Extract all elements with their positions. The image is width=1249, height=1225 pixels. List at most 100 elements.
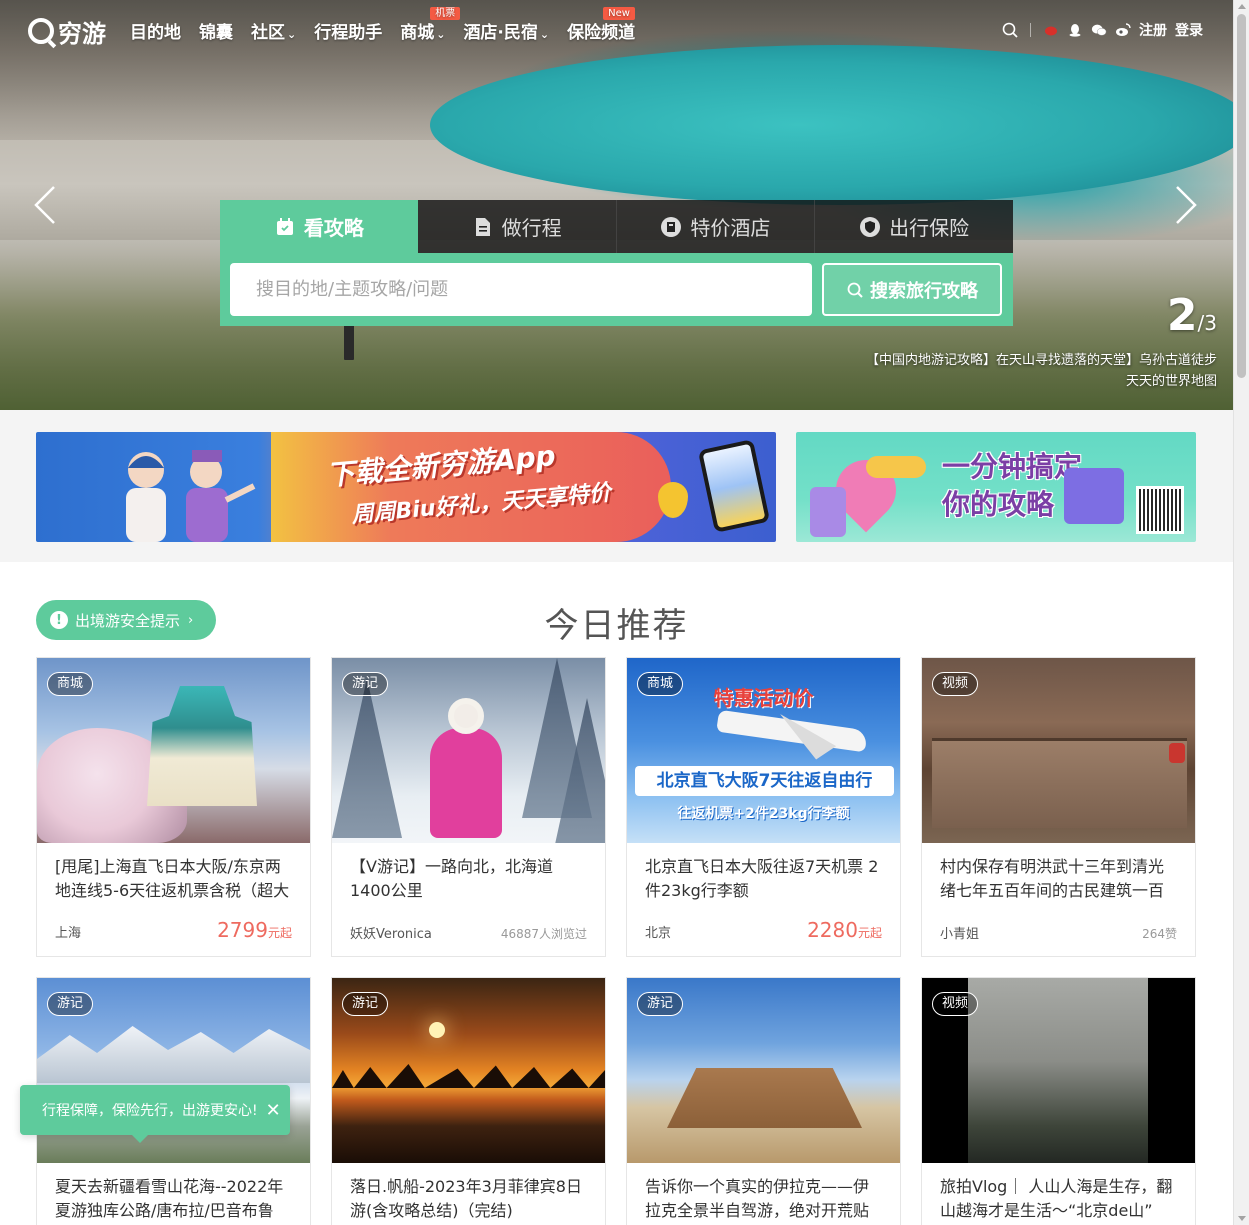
tab-guides[interactable]: 看攻略 bbox=[220, 200, 418, 253]
nav-badge-flights: 机票 bbox=[430, 7, 461, 20]
chevron-down-icon: ⌄ bbox=[436, 28, 446, 41]
tab-itinerary[interactable]: 做行程 bbox=[417, 200, 617, 253]
card-tag: 游记 bbox=[637, 992, 684, 1016]
nav-item-destination[interactable]: 目的地 bbox=[130, 18, 181, 43]
nav-item-insurance[interactable]: New 保险频道 bbox=[567, 7, 635, 43]
card-location: 上海 bbox=[55, 926, 82, 941]
register-link[interactable]: 注册 bbox=[1139, 20, 1167, 40]
card-meta: 北京 2280元起 bbox=[645, 918, 882, 942]
logo-text: 穷游 bbox=[58, 19, 106, 48]
login-link[interactable]: 登录 bbox=[1175, 20, 1203, 40]
weibo-icon[interactable] bbox=[1115, 22, 1131, 38]
card-image: 游记 bbox=[332, 978, 605, 1163]
tab-hotels[interactable]: 特价酒店 bbox=[616, 200, 816, 253]
card-image: 商城 bbox=[37, 658, 310, 843]
card-image-band: 北京直飞大阪7天往返自由行 bbox=[635, 766, 894, 796]
qq-icon[interactable] bbox=[1067, 22, 1083, 38]
card-location: 北京 bbox=[645, 926, 672, 941]
page-scrollbar[interactable] bbox=[1233, 0, 1249, 1225]
card-tag: 视频 bbox=[932, 672, 979, 696]
qr-code bbox=[1136, 486, 1184, 534]
wechat-icon[interactable] bbox=[1091, 22, 1107, 38]
plane-icon bbox=[866, 456, 926, 478]
card-image: 游记 bbox=[627, 978, 900, 1163]
card-title: 告诉你一个真实的伊拉克——伊拉克全景半自驾游，绝对开荒贴 bbox=[645, 1177, 870, 1220]
nav-item-hotels[interactable]: 酒店·民宿 ⌄ bbox=[463, 18, 549, 43]
calendar-icon bbox=[1064, 468, 1124, 524]
card-author: 妖妖Veronica bbox=[350, 927, 432, 942]
guide-banner[interactable]: 一分钟搞定 你的攻略 bbox=[796, 432, 1196, 542]
carousel-next-icon[interactable] bbox=[1173, 185, 1199, 225]
guide-banner-title: 一分钟搞定 你的攻略 bbox=[942, 450, 1083, 521]
recommend-card[interactable]: 视频 村内保存有明洪武十三年到清光绪七年五百年间的古民建筑一百 小青姐 264赞 bbox=[921, 657, 1196, 957]
slide-caption-author: 天天的世界地图 bbox=[1125, 374, 1217, 389]
card-image: 视频 bbox=[922, 978, 1195, 1163]
recommend-card[interactable]: 商城 [甩尾]上海直飞日本大阪/东京两地连线5-6天往返机票含税（超大 上海 2… bbox=[36, 657, 311, 957]
card-image: 特惠活动价 北京直飞大阪7天往返自由行 往返机票+2件23kg行李额 商城 bbox=[627, 658, 900, 843]
nav-item-planner[interactable]: 行程助手 bbox=[314, 18, 382, 43]
card-image: 游记 bbox=[332, 658, 605, 843]
nav-menu: 目的地 锦囊 社区 ⌄ 行程助手 机票 商城 ⌄ 酒店·民宿 ⌄ New 保险频道 bbox=[130, 7, 653, 43]
close-icon[interactable]: ✕ bbox=[266, 1100, 281, 1121]
plane-icon bbox=[716, 709, 868, 753]
phone-icon bbox=[697, 439, 771, 533]
card-image-sub: 往返机票+2件23kg行李额 bbox=[677, 806, 850, 822]
top-nav: 穷游 目的地 锦囊 社区 ⌄ 行程助手 机票 商城 ⌄ 酒店·民宿 ⌄ New 保险频道 … bbox=[0, 0, 1233, 62]
recommend-card[interactable]: 特惠活动价 北京直飞大阪7天往返自由行 往返机票+2件23kg行李额 商城 北京… bbox=[626, 657, 901, 957]
card-title: 夏天去新疆看雪山花海--2022年夏游独库公路/唐布拉/巴音布鲁 bbox=[55, 1177, 284, 1220]
card-tag: 游记 bbox=[342, 672, 389, 696]
nav-item-community[interactable]: 社区 ⌄ bbox=[251, 18, 296, 43]
card-price: 2799元起 bbox=[217, 918, 292, 942]
toast-text: 行程保障，保险先行，出游更安心! bbox=[42, 1103, 258, 1119]
nav-user-area: 注册 登录 bbox=[1002, 20, 1203, 40]
divider bbox=[1030, 23, 1031, 37]
card-title: 【V游记】一路向北，北海道1400公里 bbox=[350, 857, 553, 900]
slide-caption[interactable]: 【中国内地游记攻略】在天山寻找遗落的天堂】乌孙古道徒步 天天的世界地图 bbox=[866, 350, 1217, 392]
card-tag: 商城 bbox=[47, 672, 94, 696]
scroll-down-icon[interactable] bbox=[1238, 1216, 1246, 1221]
recommend-card[interactable]: 游记 告诉你一个真实的伊拉克——伊拉克全景半自驾游，绝对开荒贴 bbox=[626, 977, 901, 1225]
recommend-card[interactable]: 游记 【V游记】一路向北，北海道1400公里 妖妖Veronica 46887人… bbox=[331, 657, 606, 957]
search-icon[interactable] bbox=[1002, 22, 1018, 38]
recommend-card[interactable]: 视频 旅拍Vlog｜ 人山人海是生存，翻山越海才是生活～“北京de山” bbox=[921, 977, 1196, 1225]
promo-banners: 下载全新穷游App 周周Biu好礼，天天享特价 一分钟搞定 你的攻略 bbox=[0, 410, 1233, 562]
search-input[interactable] bbox=[230, 263, 812, 316]
chevron-down-icon: ⌄ bbox=[287, 28, 297, 41]
logo-q-icon bbox=[28, 18, 54, 44]
card-tag: 视频 bbox=[932, 992, 979, 1016]
search-tabs: 看攻略 做行程 特价酒店 出行保险 bbox=[220, 200, 1013, 253]
document-icon bbox=[472, 216, 494, 238]
chevron-down-icon: ⌄ bbox=[539, 28, 550, 41]
nav-item-guides[interactable]: 锦囊 bbox=[199, 18, 233, 43]
card-title: 落日.帆船-2023年3月菲律宾8日游(含攻略总结)（完结) bbox=[350, 1177, 582, 1220]
recommend-grid: 商城 [甩尾]上海直飞日本大阪/东京两地连线5-6天往返机票含税（超大 上海 2… bbox=[36, 657, 1196, 1225]
recommend-card[interactable]: 游记 落日.帆船-2023年3月菲律宾8日游(含攻略总结)（完结) bbox=[331, 977, 606, 1225]
carousel-prev-icon[interactable] bbox=[32, 185, 58, 225]
app-download-banner[interactable]: 下载全新穷游App 周周Biu好礼，天天享特价 bbox=[36, 432, 776, 542]
card-tag: 商城 bbox=[637, 672, 684, 696]
shield-icon bbox=[859, 216, 881, 238]
card-tag: 游记 bbox=[47, 992, 94, 1016]
card-title: 北京直飞日本大阪往返7天机票 2件23kg行李额 bbox=[645, 857, 879, 900]
site-logo[interactable]: 穷游 bbox=[28, 14, 106, 48]
card-author: 小青姐 bbox=[940, 927, 980, 942]
card-image: 游记 bbox=[37, 978, 310, 1163]
scrollbar-thumb[interactable] bbox=[1237, 14, 1246, 378]
card-image: 视频 bbox=[922, 658, 1195, 843]
insurance-toast[interactable]: 行程保障，保险先行，出游更安心! ✕ bbox=[20, 1085, 290, 1143]
search-icon bbox=[847, 282, 863, 298]
search-panel: 看攻略 做行程 特价酒店 出行保险 搜索旅行攻略 bbox=[220, 200, 1013, 326]
search-button[interactable]: 搜索旅行攻略 bbox=[822, 263, 1002, 316]
hero-lake bbox=[430, 45, 1233, 205]
weibo-red-icon[interactable] bbox=[1043, 22, 1059, 38]
card-likes: 264赞 bbox=[1142, 927, 1177, 941]
card-price: 2280元起 bbox=[807, 918, 882, 942]
card-title: [甩尾]上海直飞日本大阪/东京两地连线5-6天往返机票含税（超大 bbox=[55, 857, 290, 900]
scroll-up-icon[interactable] bbox=[1238, 4, 1246, 9]
section-title: 今日推荐 bbox=[544, 606, 689, 646]
guide-icon bbox=[274, 216, 296, 238]
slide-caption-title: 【中国内地游记攻略】在天山寻找遗落的天堂】乌孙古道徒步 bbox=[865, 353, 1217, 368]
slide-counter: 2/3 bbox=[1166, 290, 1217, 341]
nav-item-shop[interactable]: 机票 商城 ⌄ bbox=[400, 7, 461, 43]
tab-insurance[interactable]: 出行保险 bbox=[815, 200, 1013, 253]
